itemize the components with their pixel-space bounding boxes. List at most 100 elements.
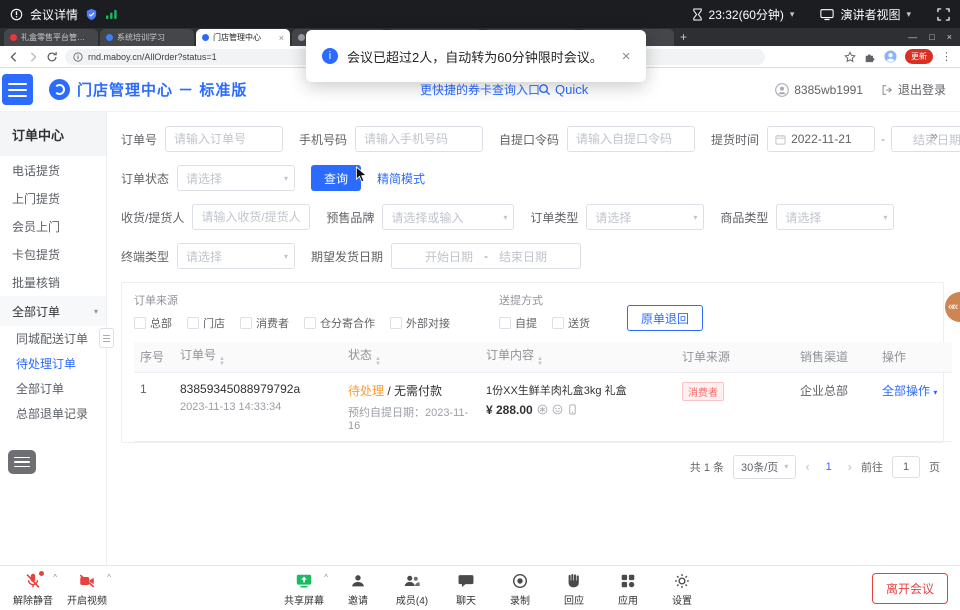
prev-page-icon[interactable]: ‹ xyxy=(805,459,809,474)
chevron-up-icon[interactable]: ^ xyxy=(324,573,328,582)
source-checkbox[interactable]: 消费者 xyxy=(240,315,289,331)
source-checkbox[interactable]: 外部对接 xyxy=(390,315,450,331)
window-close-icon[interactable]: × xyxy=(947,32,952,42)
sidebar-item-member-walkin[interactable]: 会员上门 xyxy=(0,212,106,240)
window-minimize-icon[interactable]: — xyxy=(908,32,917,42)
sidebar-item-batch-verify[interactable]: 批量核销 xyxy=(0,268,106,296)
all-actions-dropdown[interactable]: 全部操作 ▾ xyxy=(882,384,937,398)
view-mode-label[interactable]: 演讲者视图 xyxy=(840,6,900,23)
update-button[interactable]: 更新 xyxy=(905,49,933,64)
goto-page-input[interactable] xyxy=(892,456,920,478)
browser-tab-active[interactable]: 门店管理中心× xyxy=(196,29,290,46)
phone-icon[interactable] xyxy=(567,404,578,415)
sidebar-item-phone-pickup[interactable]: 电话提货 xyxy=(0,156,106,184)
delivery-checkbox[interactable]: 自提 xyxy=(499,315,537,331)
receiver-input[interactable] xyxy=(192,204,310,230)
new-tab-button[interactable]: + xyxy=(680,30,687,44)
page-size-select[interactable]: 30条/页▾ xyxy=(733,455,796,479)
logout-button[interactable]: 退出登录 xyxy=(881,81,946,98)
phone-input[interactable] xyxy=(355,126,483,152)
remark-icon[interactable] xyxy=(552,404,563,415)
chat-button[interactable]: 聊天 xyxy=(439,570,493,607)
forward-icon[interactable] xyxy=(27,51,39,63)
meeting-info-icon[interactable] xyxy=(10,8,23,21)
sidebar-group-all-orders[interactable]: 全部订单 ▾ xyxy=(0,296,106,326)
unmute-button[interactable]: ^ 解除静音 xyxy=(6,570,60,607)
bookmark-star-icon[interactable] xyxy=(844,51,856,63)
col-content[interactable]: 订单内容▲▼ xyxy=(480,342,676,372)
invite-button[interactable]: 邀请 xyxy=(331,570,385,607)
hamburger-menu-icon[interactable] xyxy=(2,74,33,105)
tab-close-icon[interactable]: × xyxy=(279,33,284,43)
profile-avatar[interactable] xyxy=(884,50,897,63)
coupon-query-link[interactable]: 更快捷的券卡查询入口 xyxy=(420,81,540,98)
share-screen-button[interactable]: ^ 共享屏幕 xyxy=(277,570,331,607)
weight-icon[interactable] xyxy=(537,404,548,415)
window-maximize-icon[interactable]: □ xyxy=(929,32,934,42)
pickup-start-date[interactable]: 2022-11-21 xyxy=(767,126,875,152)
goods-type-select[interactable]: 请选择 ▾ xyxy=(776,204,894,230)
delivery-checkbox[interactable]: 送货 xyxy=(552,315,590,331)
meeting-details-label[interactable]: 会议详情 xyxy=(30,6,78,23)
pickup-end-date[interactable]: 结束日期 xyxy=(891,126,960,152)
simple-mode-link[interactable]: 精简模式 xyxy=(377,170,425,187)
next-page-icon[interactable]: › xyxy=(848,459,852,474)
order-type-select[interactable]: 请选择 ▾ xyxy=(586,204,704,230)
chevron-down-icon[interactable]: ▾ xyxy=(906,9,911,20)
source-checkbox[interactable]: 总部 xyxy=(134,315,172,331)
pickup-code-input[interactable] xyxy=(567,126,695,152)
shield-check-icon[interactable] xyxy=(85,8,98,21)
presale-brand-select[interactable]: 请选择或输入 ▾ xyxy=(382,204,514,230)
order-no-input[interactable] xyxy=(165,126,283,152)
source-checkbox[interactable]: 仓分寄合作 xyxy=(304,315,375,331)
chevron-up-icon[interactable]: ^ xyxy=(53,573,57,582)
reaction-button[interactable]: 回应 xyxy=(547,570,601,607)
chevron-up-icon[interactable]: ^ xyxy=(107,573,111,582)
apps-button[interactable]: 应用 xyxy=(601,570,655,607)
sort-icon[interactable]: ▲▼ xyxy=(375,357,381,367)
sidebar-item-pending-orders[interactable]: 待处理订单 xyxy=(0,351,106,376)
fullscreen-icon[interactable] xyxy=(937,8,950,21)
browser-tab[interactable]: 系统培训学习 xyxy=(100,29,194,46)
sidebar-item-walkin-pickup[interactable]: 上门提货 xyxy=(0,184,106,212)
sort-icon[interactable]: ▲▼ xyxy=(537,357,543,367)
expect-ship-range[interactable]: 开始日期 - 结束日期 xyxy=(391,243,581,269)
original-return-button[interactable]: 原单退回 xyxy=(627,305,703,331)
terminal-type-select[interactable]: 请选择 ▾ xyxy=(177,243,295,269)
collapse-filters-icon[interactable]: » xyxy=(931,128,938,143)
reaction-hand-icon xyxy=(565,572,583,590)
quick-search[interactable]: Quick xyxy=(538,82,588,97)
search-button[interactable]: 查询 xyxy=(311,165,361,191)
toast-close-icon[interactable]: × xyxy=(622,48,631,65)
page-unit-label: 页 xyxy=(929,459,940,475)
meeting-timer[interactable]: 23:32(60分钟) xyxy=(709,6,784,23)
sidebar-item-all-orders[interactable]: 全部订单 xyxy=(0,376,106,401)
start-video-button[interactable]: ^ 开启视频 xyxy=(60,570,114,607)
order-status-select[interactable]: 请选择 ▾ xyxy=(177,165,295,191)
site-info-icon[interactable] xyxy=(73,52,83,62)
record-button[interactable]: 录制 xyxy=(493,570,547,607)
refresh-icon[interactable] xyxy=(46,51,58,63)
members-button[interactable]: 成员(4) xyxy=(385,570,439,607)
menu-kebab-icon[interactable]: ⋮ xyxy=(941,50,952,63)
annotation-tool-button[interactable] xyxy=(8,450,36,474)
sort-icon[interactable]: ▲▼ xyxy=(219,357,225,367)
leave-meeting-button[interactable]: 离开会议 xyxy=(872,573,948,604)
col-order-id[interactable]: 订单号▲▼ xyxy=(174,342,342,372)
settings-button[interactable]: 设置 xyxy=(655,570,709,607)
browser-tab[interactable]: 礼盒零售平台管理中心 xyxy=(4,29,98,46)
sidebar-item-card-pickup[interactable]: 卡包提货 xyxy=(0,240,106,268)
user-info[interactable]: 8385wb1991 xyxy=(775,83,863,97)
page-number[interactable]: 1 xyxy=(819,456,839,478)
extensions-icon[interactable] xyxy=(864,51,876,63)
network-signal-icon[interactable] xyxy=(105,9,118,20)
sidebar-item-hq-returns[interactable]: 总部退单记录 xyxy=(0,401,106,426)
col-status[interactable]: 状态▲▼ xyxy=(342,342,480,372)
source-checkbox[interactable]: 门店 xyxy=(187,315,225,331)
mouse-cursor xyxy=(355,166,368,183)
order-id[interactable]: 83859345088979792a xyxy=(180,382,336,396)
sidebar-drag-handle[interactable] xyxy=(99,328,114,348)
sidebar-item-city-delivery[interactable]: 同城配送订单 xyxy=(0,326,106,351)
chevron-down-icon[interactable]: ▾ xyxy=(790,9,795,20)
back-icon[interactable] xyxy=(8,51,20,63)
